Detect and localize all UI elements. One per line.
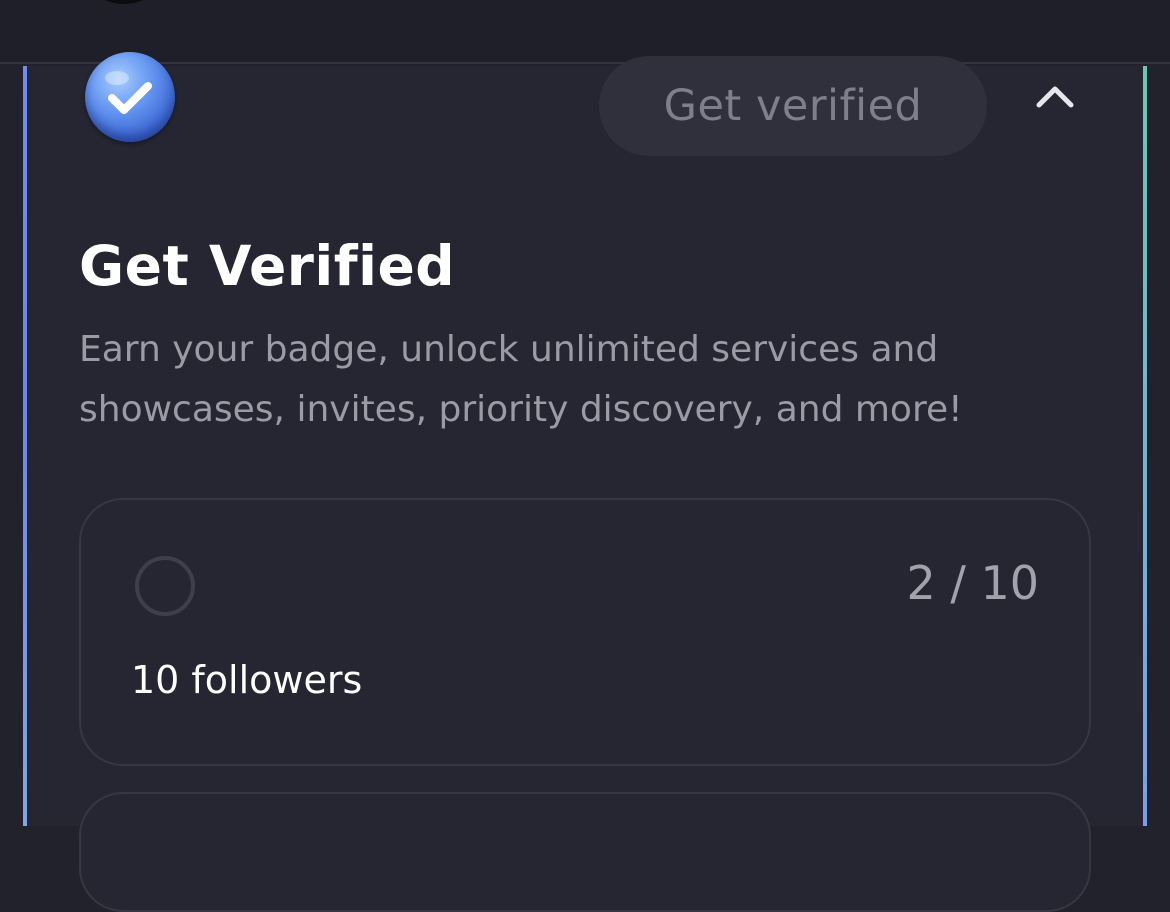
- avatar[interactable]: [96, 0, 152, 4]
- requirement-card[interactable]: [79, 792, 1091, 912]
- chevron-up-icon: [1036, 86, 1074, 108]
- requirement-label: 10 followers: [131, 658, 363, 702]
- section-title: Get Verified: [79, 234, 456, 298]
- collapse-button[interactable]: [1033, 74, 1077, 118]
- top-bar: [0, 0, 1170, 64]
- requirement-card[interactable]: 2 / 10 10 followers: [79, 498, 1091, 766]
- requirement-progress: 2 / 10: [906, 556, 1039, 610]
- get-verified-button[interactable]: Get verified: [599, 56, 987, 156]
- get-verified-panel: Get verified Get Verified Earn your badg…: [23, 52, 1147, 912]
- section-description: Earn your badge, unlock unlimited servic…: [79, 329, 963, 430]
- empty-circle-icon: [135, 556, 195, 616]
- verified-badge-icon: [85, 52, 175, 142]
